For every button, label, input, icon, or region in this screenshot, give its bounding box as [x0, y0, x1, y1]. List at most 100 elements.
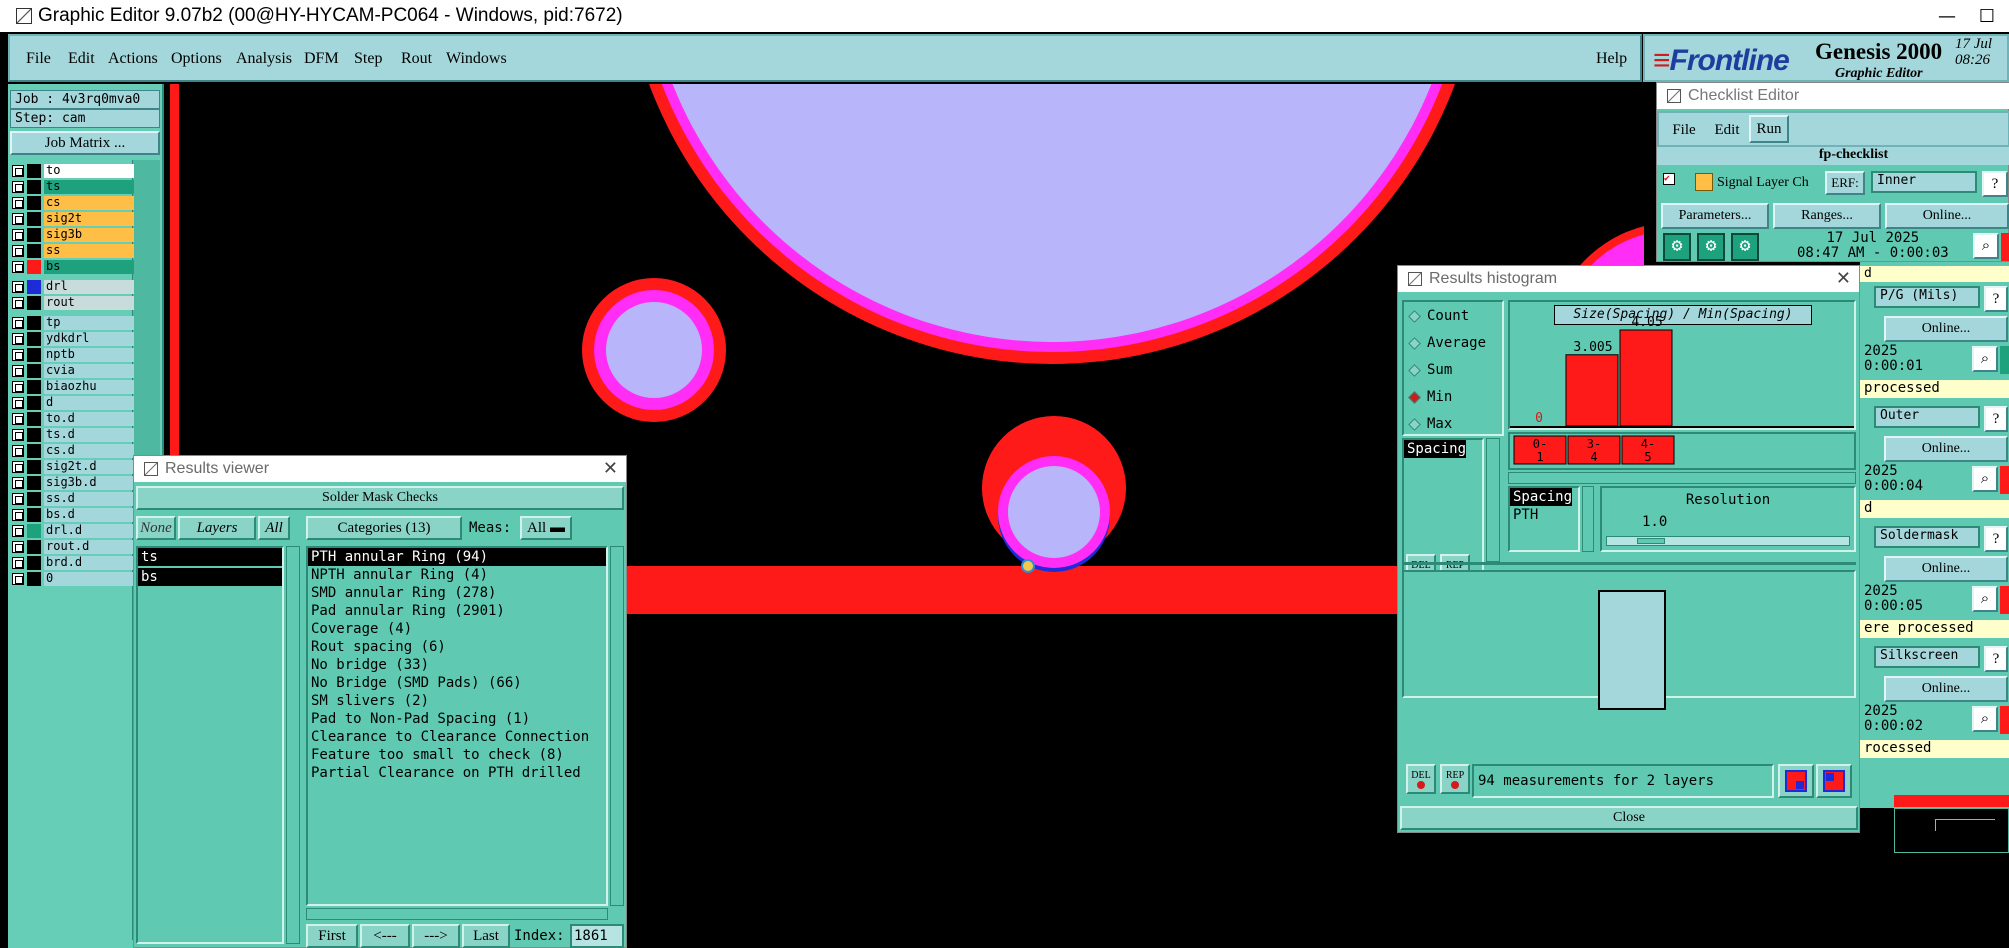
layer-row[interactable]: sig3b.d [12, 476, 134, 490]
erf-value[interactable]: Outer [1874, 406, 1980, 428]
erf-value[interactable]: P/G (Mils) [1874, 286, 1980, 308]
next-button[interactable]: ---> [412, 924, 460, 948]
layer-row[interactable]: cvia [12, 364, 134, 378]
layer-checkbox[interactable] [12, 297, 24, 309]
online-button[interactable]: Online... [1884, 676, 2008, 702]
layer-row[interactable]: biaozhu [12, 380, 134, 394]
layer-name[interactable]: drl [44, 280, 134, 294]
last-button[interactable]: Last [462, 924, 510, 948]
layer-row[interactable]: rout [12, 296, 134, 310]
meas-select[interactable]: All ▬ [520, 516, 572, 540]
layer-name[interactable]: sig3b [44, 228, 134, 242]
rep-button-2[interactable]: REP [1440, 764, 1470, 794]
menu-file[interactable]: File [26, 50, 51, 68]
layer-name[interactable]: ts [44, 180, 134, 194]
erf-value[interactable]: Silkscreen [1874, 646, 1980, 668]
zoom-results-button[interactable]: ⌕ [1973, 233, 1999, 259]
layer-row[interactable]: ss.d [12, 492, 134, 506]
layer-checkbox[interactable] [12, 477, 24, 489]
list-item[interactable]: No bridge (33) [308, 656, 606, 674]
layer-name[interactable]: cs.d [44, 444, 134, 458]
zoom-results-button[interactable]: ⌕ [1972, 706, 1998, 732]
layer-checkbox[interactable] [12, 461, 24, 473]
list-item[interactable]: No Bridge (SMD Pads) (66) [308, 674, 606, 692]
menu-dfm[interactable]: DFM [304, 50, 339, 68]
menu-actions[interactable]: Actions [108, 50, 158, 68]
layer-checkbox[interactable] [12, 245, 24, 257]
del-button-2[interactable]: DEL [1406, 764, 1436, 794]
layer-name[interactable]: ydkdrl [44, 332, 134, 346]
layer-checkbox[interactable] [12, 541, 24, 553]
erf-value[interactable]: Soldermask [1874, 526, 1980, 548]
layer-checkbox[interactable] [12, 317, 24, 329]
resolution-slider[interactable] [1606, 536, 1850, 546]
layer-row[interactable]: sig2t.d [12, 460, 134, 474]
layer-checkbox[interactable] [12, 381, 24, 393]
row-checkbox[interactable]: ✔ [1663, 173, 1675, 185]
zoom-results-button[interactable]: ⌕ [1972, 586, 1998, 612]
prev-button[interactable]: <--- [360, 924, 410, 948]
layer-checkbox[interactable] [12, 445, 24, 457]
layer-row[interactable]: sig2t [12, 212, 134, 226]
layer-name[interactable]: cvia [44, 364, 134, 378]
list-item[interactable]: PTH [1510, 506, 1578, 524]
layer-row[interactable]: 0 [12, 572, 134, 586]
measurement-marker[interactable] [1021, 559, 1035, 573]
layer-name[interactable]: to.d [44, 412, 134, 426]
zoom-results-button[interactable]: ⌕ [1972, 466, 1998, 492]
layer-name[interactable]: tp [44, 316, 134, 330]
category-hscrollbar[interactable] [306, 908, 608, 920]
layer-row[interactable]: bs [12, 260, 134, 274]
online-button[interactable]: Online... [1884, 436, 2008, 462]
layer-name[interactable]: ts.d [44, 428, 134, 442]
layer-checkbox[interactable] [12, 333, 24, 345]
zoom-results-button[interactable]: ⌕ [1972, 346, 1998, 372]
layer-checkbox[interactable] [12, 229, 24, 241]
canvas-minimap[interactable] [1894, 808, 2009, 853]
erf-button[interactable]: ERF: [1825, 171, 1865, 195]
layer-row[interactable]: bs.d [12, 508, 134, 522]
menu-rout[interactable]: Rout [401, 50, 432, 68]
list-item[interactable]: Pad to Non-Pad Spacing (1) [308, 710, 606, 728]
layer-name[interactable]: 0 [44, 572, 134, 586]
menu-analysis[interactable]: Analysis [236, 50, 292, 68]
category-scrollbar[interactable] [610, 546, 624, 906]
list-item[interactable]: Pad annular Ring (2901) [308, 602, 606, 620]
maximize-button[interactable]: ☐ [1965, 0, 2009, 32]
list-item[interactable]: Feature too small to check (8) [308, 746, 606, 764]
layer-name[interactable]: brd.d [44, 556, 134, 570]
histogram-bar[interactable] [1565, 354, 1619, 427]
lower-field-list[interactable]: Spacing PTH [1508, 486, 1580, 552]
option-radio[interactable]: Average [1408, 335, 1486, 351]
help-button[interactable]: ? [1984, 406, 2008, 432]
layer-row[interactable]: rout.d [12, 540, 134, 554]
run-step-icon[interactable]: ⚙ [1697, 233, 1725, 261]
list-item[interactable]: Clearance to Clearance Connection [308, 728, 606, 746]
close-icon[interactable]: ✕ [1836, 268, 1851, 289]
job-matrix-button[interactable]: Job Matrix ... [10, 131, 160, 155]
layer-row[interactable]: ts.d [12, 428, 134, 442]
index-input[interactable]: 1861 [570, 924, 624, 948]
zoom-select-button[interactable] [1816, 764, 1852, 798]
online-button[interactable]: Online... [1884, 556, 2008, 582]
layer-name[interactable]: sig2t [44, 212, 134, 226]
layer-checkbox[interactable] [12, 197, 24, 209]
layer-checkbox[interactable] [12, 181, 24, 193]
layer-row[interactable]: to.d [12, 412, 134, 426]
layer-checkbox[interactable] [12, 509, 24, 521]
layer-checkbox[interactable] [12, 493, 24, 505]
layer-row[interactable]: d [12, 396, 134, 410]
option-radio[interactable]: Sum [1408, 362, 1452, 378]
none-button[interactable]: None [136, 516, 176, 540]
layer-list-scrollbar[interactable] [286, 546, 300, 944]
layer-name[interactable]: sig2t.d [44, 460, 134, 474]
online-button[interactable]: Online... [1884, 316, 2008, 342]
layer-checkbox[interactable] [12, 165, 24, 177]
layer-row[interactable]: drl [12, 280, 134, 294]
categories-button[interactable]: Categories (13) [306, 516, 462, 540]
list-item[interactable]: PTH annular Ring (94) [308, 548, 606, 566]
checklist-menu-edit[interactable]: Edit [1707, 117, 1747, 143]
layer-row[interactable]: cs.d [12, 444, 134, 458]
layer-results-list[interactable]: ts bs [136, 546, 284, 944]
option-radio[interactable]: Max [1408, 416, 1452, 432]
